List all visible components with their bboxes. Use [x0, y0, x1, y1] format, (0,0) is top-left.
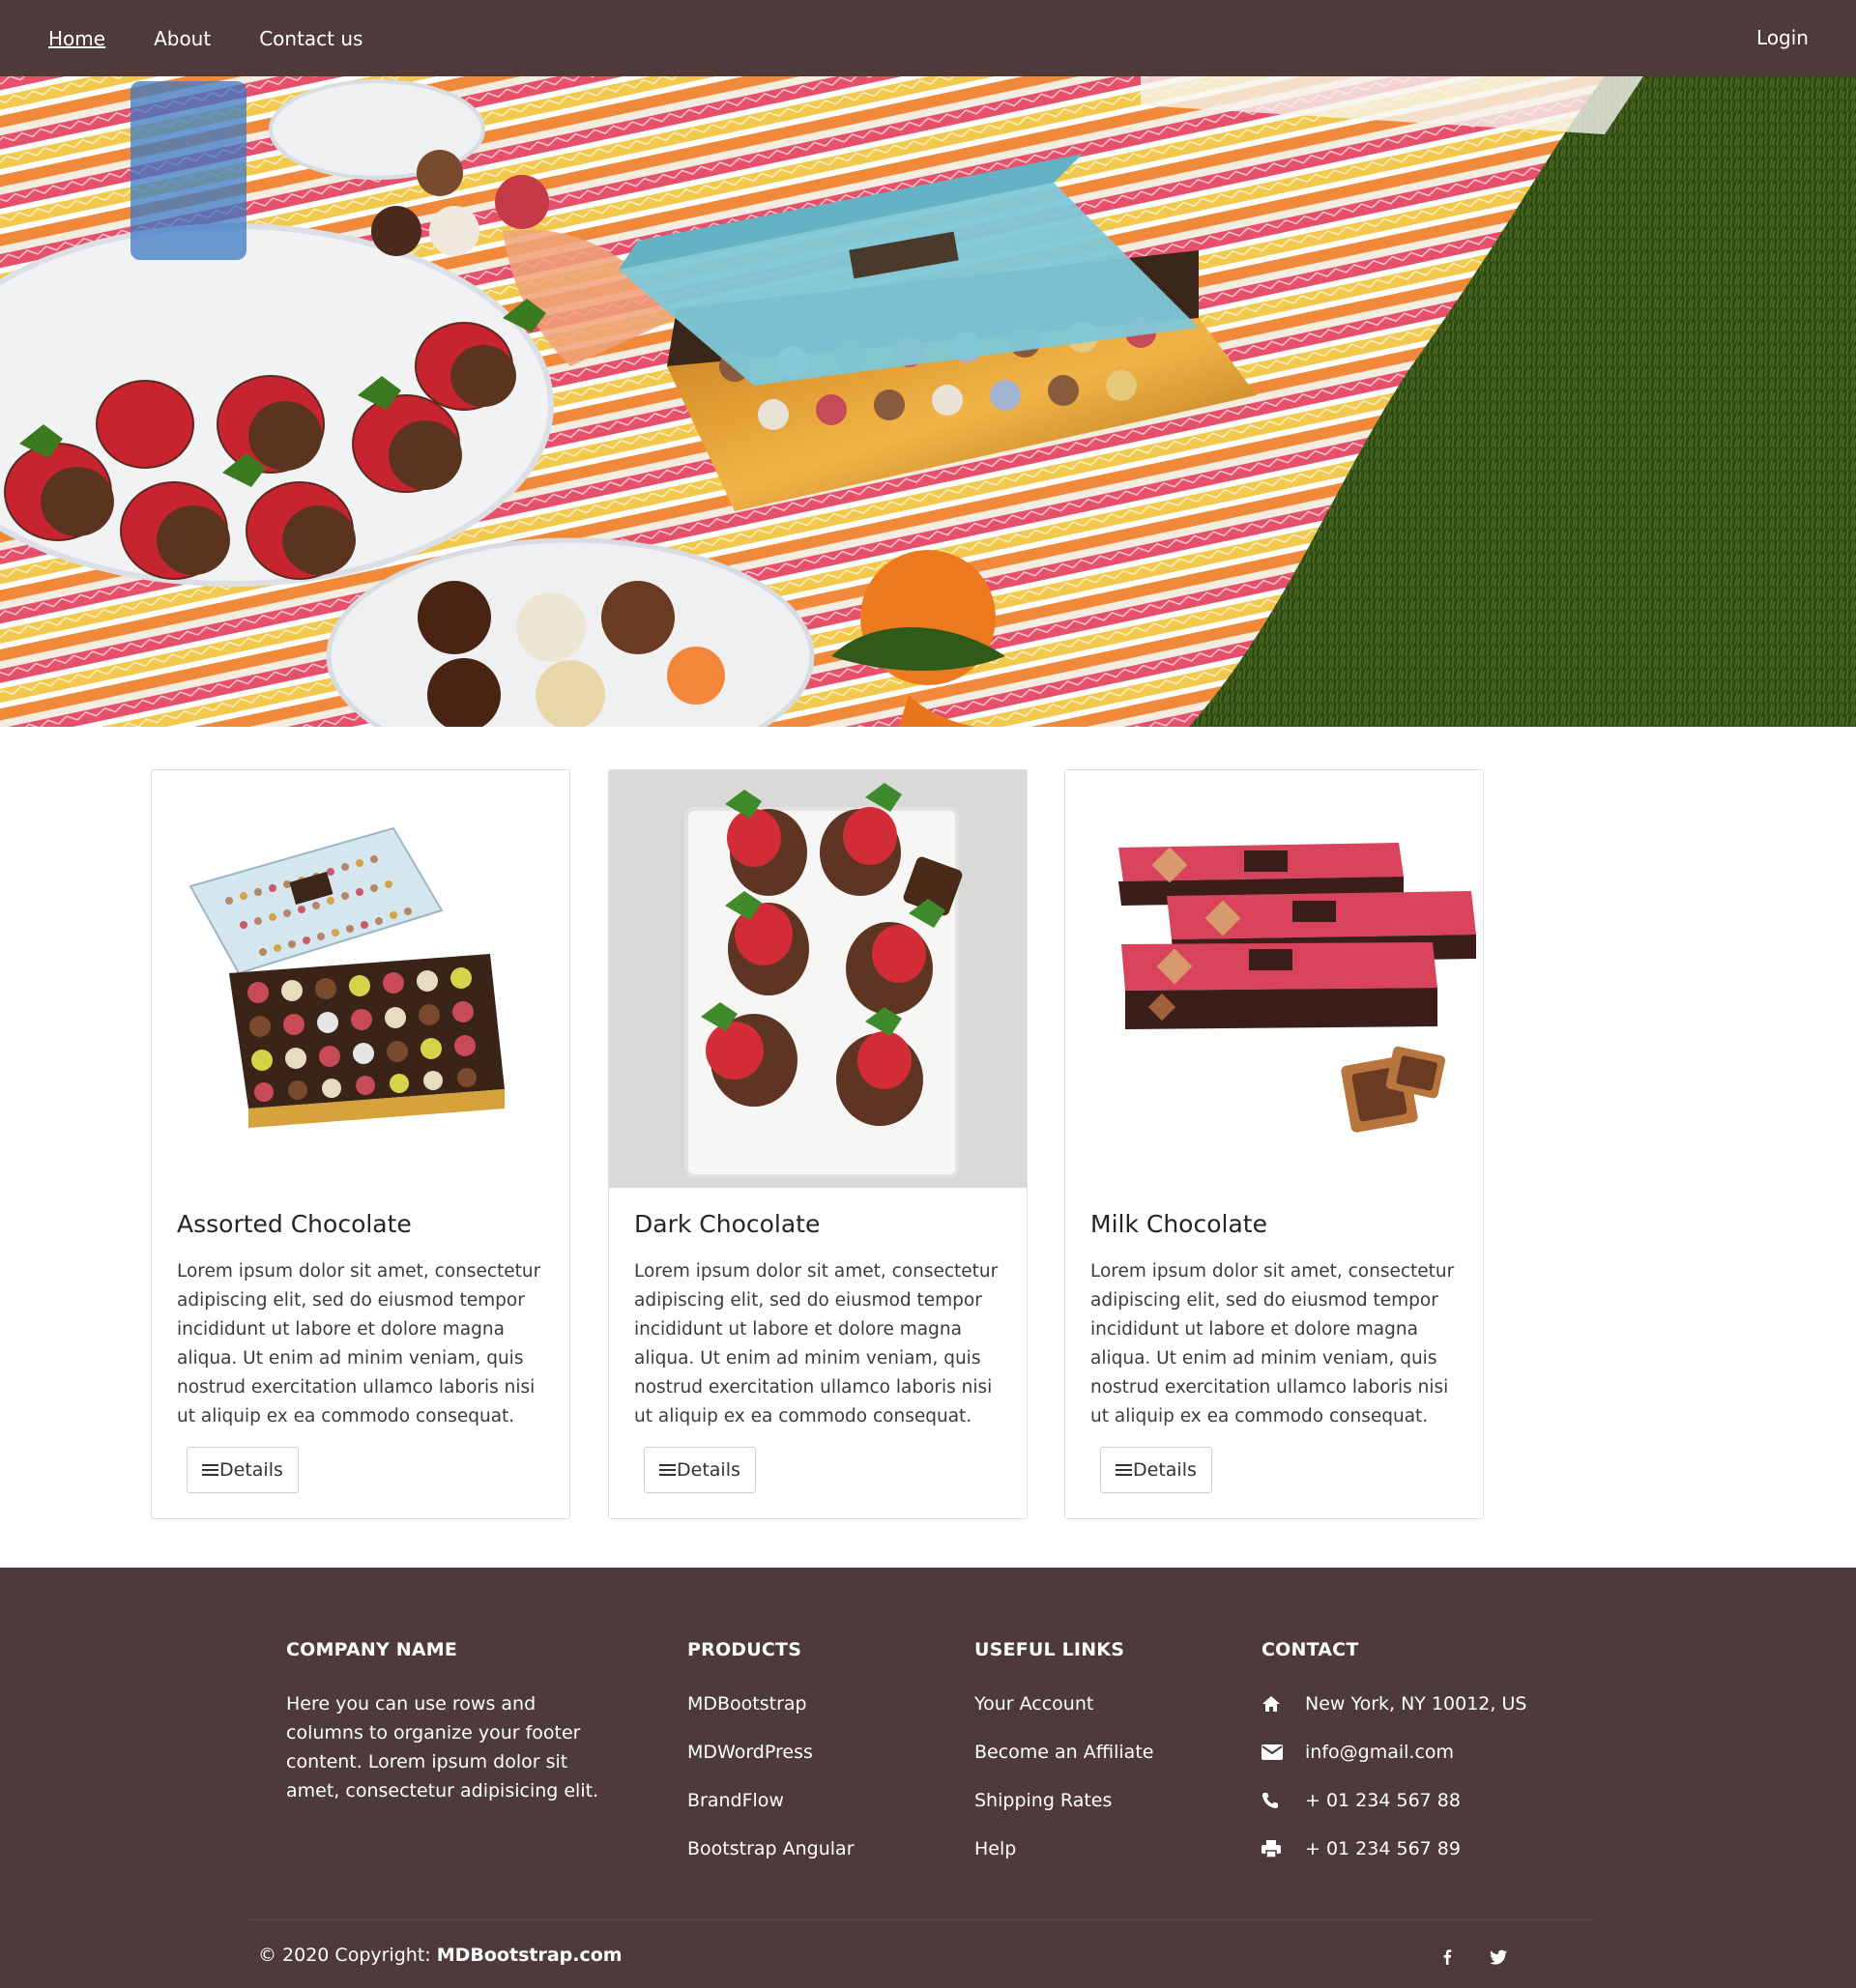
footer-products-heading: PRODUCTS: [687, 1639, 802, 1660]
contact-email-text: info@gmail.com: [1305, 1742, 1455, 1763]
hero-banner: [0, 76, 1856, 727]
card-body: Milk Chocolate Lorem ipsum dolor sit ame…: [1065, 1188, 1483, 1493]
print-icon: [1262, 1834, 1305, 1863]
copyright-prefix: © 2020 Copyright:: [258, 1945, 437, 1966]
footer-link-shipping[interactable]: Shipping Rates: [974, 1786, 1153, 1834]
contact-phone: + 01 234 567 88: [1262, 1786, 1526, 1834]
details-button-label: Details: [677, 1459, 740, 1481]
bars-icon: [1116, 1461, 1132, 1479]
card-image: [152, 770, 569, 1188]
footer-link-your-account[interactable]: Your Account: [974, 1689, 1153, 1738]
footer-contact-heading: CONTACT: [1262, 1639, 1359, 1660]
contact-fax: + 01 234 567 89: [1262, 1834, 1526, 1883]
home-icon: [1262, 1689, 1305, 1718]
product-card: Assorted Chocolate Lorem ipsum dolor sit…: [151, 769, 570, 1519]
details-button-label: Details: [219, 1459, 283, 1481]
footer-link-brandflow[interactable]: BrandFlow: [687, 1786, 855, 1834]
contact-fax-text: + 01 234 567 89: [1305, 1838, 1461, 1859]
copyright: © 2020 Copyright: MDBootstrap.com: [258, 1945, 623, 1966]
bars-icon: [202, 1461, 218, 1479]
footer-contact: CONTACT New York, NY 10012, US info@gmai…: [1262, 1639, 1526, 1883]
product-cards: Assorted Chocolate Lorem ipsum dolor sit…: [151, 769, 1486, 1519]
card-title: Milk Chocolate: [1090, 1210, 1267, 1238]
bars-icon: [659, 1461, 676, 1479]
hero-image: [0, 76, 1856, 727]
product-card: Dark Chocolate Lorem ipsum dolor sit ame…: [608, 769, 1028, 1519]
footer-useful-heading: USEFUL LINKS: [974, 1639, 1125, 1660]
footer-company-text: Here you can use rows and columns to org…: [286, 1693, 599, 1801]
card-body: Dark Chocolate Lorem ipsum dolor sit ame…: [609, 1188, 1027, 1493]
footer-link-affiliate[interactable]: Become an Affiliate: [974, 1738, 1153, 1786]
contact-email: info@gmail.com: [1262, 1738, 1526, 1786]
footer-useful-links: USEFUL LINKS Your Account Become an Affi…: [974, 1639, 1153, 1883]
details-button-label: Details: [1133, 1459, 1197, 1481]
twitter-icon[interactable]: [1489, 1947, 1508, 1967]
card-title: Dark Chocolate: [634, 1210, 821, 1238]
phone-icon: [1262, 1786, 1305, 1815]
envelope-icon: [1262, 1738, 1305, 1767]
footer-divider: [249, 1919, 1593, 1920]
details-button[interactable]: Details: [187, 1447, 299, 1493]
top-navbar: Home About Contact us Login: [0, 0, 1856, 76]
footer-link-mdwordpress[interactable]: MDWordPress: [687, 1738, 855, 1786]
login-link[interactable]: Login: [1756, 26, 1809, 49]
footer-link-mdbootstrap[interactable]: MDBootstrap: [687, 1689, 855, 1738]
page-footer: COMPANY NAME Here you can use rows and c…: [0, 1568, 1856, 1988]
card-body: Assorted Chocolate Lorem ipsum dolor sit…: [152, 1188, 569, 1493]
copyright-brand-link[interactable]: MDBootstrap.com: [437, 1945, 623, 1966]
contact-address-text: New York, NY 10012, US: [1305, 1693, 1527, 1714]
card-title: Assorted Chocolate: [177, 1210, 412, 1238]
contact-phone-text: + 01 234 567 88: [1305, 1790, 1461, 1811]
assorted-chocolate-image: [152, 770, 569, 1188]
card-text: Lorem ipsum dolor sit amet, consectetur …: [634, 1261, 999, 1426]
milk-chocolate-image: [1065, 770, 1483, 1188]
footer-company: COMPANY NAME Here you can use rows and c…: [286, 1639, 615, 1805]
facebook-icon[interactable]: [1437, 1947, 1457, 1967]
card-image: [1065, 770, 1483, 1188]
details-button[interactable]: Details: [644, 1447, 756, 1493]
footer-products: PRODUCTS MDBootstrap MDWordPress BrandFl…: [687, 1639, 855, 1883]
nav-about-link[interactable]: About: [154, 27, 211, 50]
card-text: Lorem ipsum dolor sit amet, consectetur …: [1090, 1261, 1455, 1426]
details-button[interactable]: Details: [1100, 1447, 1212, 1493]
card-image: [609, 770, 1027, 1188]
footer-link-help[interactable]: Help: [974, 1834, 1153, 1883]
footer-company-heading: COMPANY NAME: [286, 1639, 458, 1660]
dark-chocolate-image: [609, 770, 1027, 1188]
product-card: Milk Chocolate Lorem ipsum dolor sit ame…: [1064, 769, 1484, 1519]
nav-home-link[interactable]: Home: [48, 27, 105, 50]
footer-link-bootstrap-angular[interactable]: Bootstrap Angular: [687, 1834, 855, 1883]
contact-address: New York, NY 10012, US: [1262, 1689, 1526, 1738]
nav-links: Home About Contact us: [48, 27, 411, 50]
card-text: Lorem ipsum dolor sit amet, consectetur …: [177, 1261, 541, 1426]
nav-contact-link[interactable]: Contact us: [259, 27, 362, 50]
